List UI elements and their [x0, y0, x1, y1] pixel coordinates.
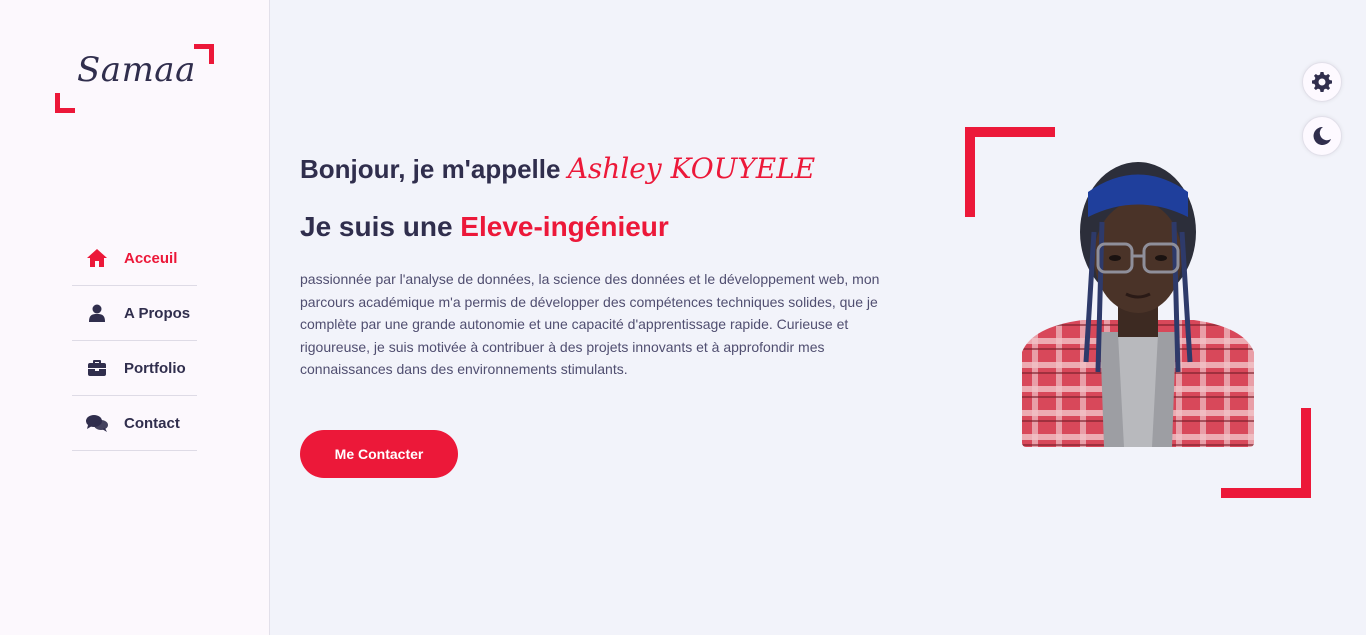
role-prefix: Je suis une: [300, 211, 453, 242]
moon-icon: [1313, 127, 1331, 145]
hero-name: Ashley KOUYELE: [567, 152, 816, 185]
greeting-prefix: Bonjour, je m'appelle: [300, 154, 561, 184]
home-icon: [86, 247, 108, 269]
greeting-heading: Bonjour, je m'appelle Ashley KOUYELE: [300, 152, 815, 185]
main-nav: Acceuil A Propos Portfolio Contact: [72, 231, 197, 451]
nav-item-acceuil[interactable]: Acceuil: [72, 231, 197, 286]
nav-item-a-propos[interactable]: A Propos: [72, 286, 197, 341]
comments-icon: [86, 412, 108, 434]
nav-item-label: Contact: [124, 414, 180, 432]
nav-item-label: Portfolio: [124, 359, 186, 377]
hero-section: Bonjour, je m'appelle Ashley KOUYELE Je …: [270, 0, 1366, 635]
profile-photo: [1022, 162, 1254, 447]
role-title: Eleve-ingénieur: [460, 211, 669, 242]
sidebar: Samaa Acceuil A Propos Portfolio Contact: [0, 0, 270, 635]
briefcase-icon: [86, 357, 108, 379]
user-icon: [86, 302, 108, 324]
nav-item-contact[interactable]: Contact: [72, 396, 197, 451]
role-heading: Je suis une Eleve-ingénieur: [300, 211, 669, 243]
logo-text: Samaa: [77, 50, 196, 90]
profile-photo-frame: [965, 127, 1311, 498]
hero-description: passionnée par l'analyse de données, la …: [300, 271, 880, 377]
nav-item-label: Acceuil: [124, 249, 178, 267]
gear-icon: [1312, 72, 1332, 92]
theme-toggle-button[interactable]: [1302, 116, 1342, 156]
logo[interactable]: Samaa: [55, 44, 214, 113]
logo-corner-bottom-left: [55, 93, 75, 113]
contact-me-button[interactable]: Me Contacter: [300, 430, 458, 478]
logo-corner-top-right: [194, 44, 214, 64]
settings-button[interactable]: [1302, 62, 1342, 102]
nav-item-label: A Propos: [124, 304, 191, 322]
nav-item-portfolio[interactable]: Portfolio: [72, 341, 197, 396]
